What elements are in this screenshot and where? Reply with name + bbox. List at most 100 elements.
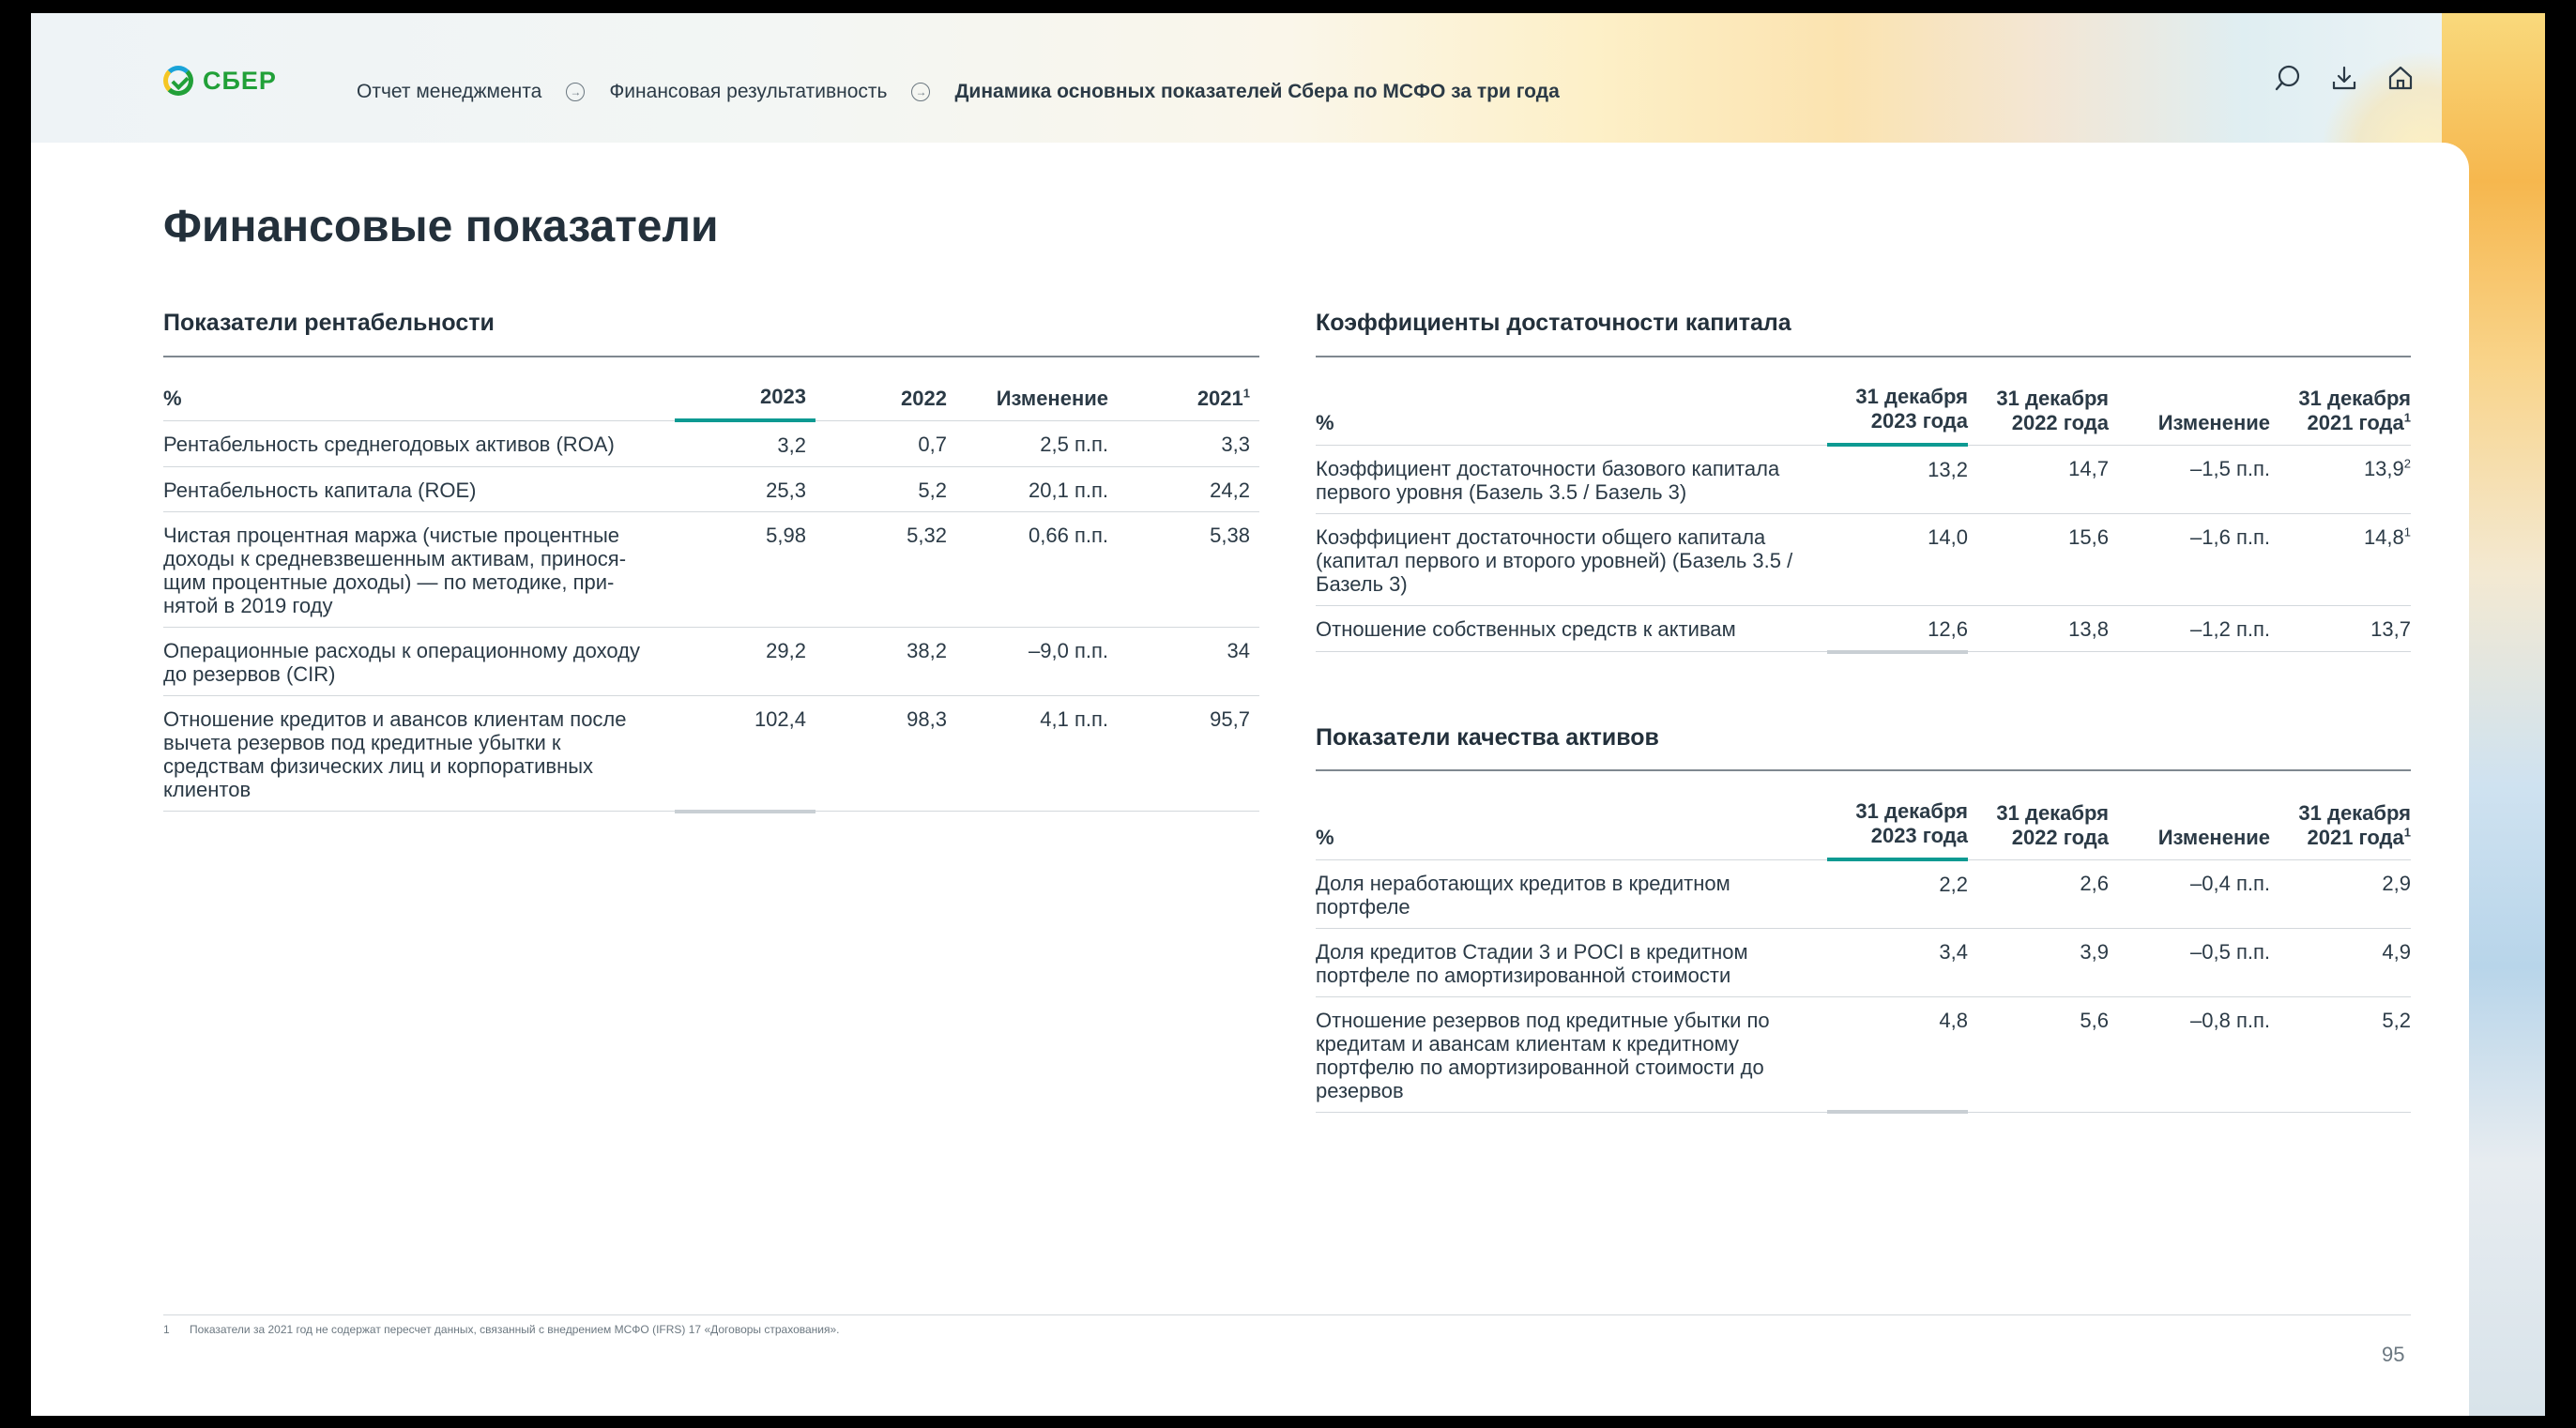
cell-value: –9,0 п.п. — [956, 627, 1118, 696]
table-row: Доля кредитов Стадии 3 и POCI в кредитно… — [1316, 927, 2411, 996]
profitability-rule — [163, 356, 1259, 357]
row-label: Доля кредитов Стадии 3 и POCI в кредитно… — [1316, 927, 1827, 996]
page-title: Финансовые показатели — [163, 202, 719, 251]
cell-value: 0,7 — [815, 419, 956, 467]
cell-value: 5,38 — [1118, 511, 1259, 628]
cell-value: 12,6 — [1827, 604, 1968, 654]
cell-value: 24,2 — [1118, 466, 1259, 512]
cell-value: 5,32 — [815, 511, 956, 628]
cell-value: 2,5 п.п. — [956, 419, 1118, 467]
table-header-row: % 31 декабря 2023 года 31 декабря 2022 г… — [1316, 385, 2411, 447]
breadcrumb-item-financial-performance[interactable]: Финансовая результативность — [609, 81, 887, 103]
footnote-mark: 1 — [2403, 825, 2411, 840]
row-label: Доля неработающих кредитов в кредитном п… — [1316, 858, 1827, 928]
table-row: Отношение собственных средств к активам … — [1316, 604, 2411, 654]
column-header-dec-2023: 31 декабря 2023 года — [1827, 385, 1968, 447]
cell-value: 95,7 — [1118, 695, 1259, 812]
table-row: Рентабельность капитала (ROE) 25,3 5,2 2… — [163, 466, 1259, 512]
cell-value: –1,6 п.п. — [2109, 512, 2270, 605]
footnote-mark: 1 — [1242, 386, 1250, 401]
row-label: Чистая процентная маржа (чистые процентн… — [163, 511, 675, 628]
footnote-text: Показатели за 2021 год не содержат перес… — [190, 1323, 840, 1336]
cell-value-text: 14,8 — [2363, 524, 2404, 549]
table-header-row: % 31 декабря 2023 года 31 декабря 2022 г… — [1316, 799, 2411, 861]
column-header-2023: 2023 — [675, 385, 815, 422]
column-header-2021: 20211 — [1118, 385, 1259, 420]
page-number: 95 — [2382, 1343, 2405, 1366]
cell-value: 2,6 — [1968, 858, 2109, 928]
header-dec-2021-text: 31 декабря 2021 года — [2298, 800, 2411, 849]
footnote-mark: 1 — [2403, 410, 2411, 425]
footnote-mark: 2 — [2403, 456, 2411, 471]
cell-value: 20,1 п.п. — [956, 466, 1118, 512]
column-header-unit: % — [163, 386, 182, 410]
row-label: Отношение резервов под кредитные убытки … — [1316, 995, 1827, 1113]
asset-quality-rule — [1316, 769, 2411, 771]
cell-value: 3,4 — [1827, 927, 1968, 996]
column-header-dec-2021: 31 декабря 2021 года1 — [2270, 799, 2411, 859]
cell-value: 13,8 — [1968, 604, 2109, 652]
row-label: Операционные расходы к операционному дох… — [163, 627, 675, 696]
capital-adequacy-title: Коэффициенты достаточности капитала — [1316, 310, 1791, 336]
cell-value: –0,8 п.п. — [2109, 995, 2270, 1113]
cell-value: 38,2 — [815, 627, 956, 696]
content-sheet: Финансовые показатели Показатели рентабе… — [31, 143, 2469, 1416]
footnote: 1 Показатели за 2021 год не содержат пер… — [163, 1323, 840, 1336]
page-frame: СБЕР Отчет менеджмента → Финансовая резу… — [31, 13, 2545, 1416]
cell-value: 4,9 — [2270, 927, 2411, 996]
cell-value: 2,2 — [1827, 858, 1968, 928]
cell-value: 0,66 п.п. — [956, 511, 1118, 628]
row-label: Отношение собственных средств к активам — [1316, 604, 1827, 652]
column-header-unit: % — [1316, 825, 1334, 849]
breadcrumb-arrow-icon: → — [566, 83, 586, 101]
sber-logo[interactable]: СБЕР — [163, 66, 277, 96]
sber-logo-text: СБЕР — [203, 66, 277, 95]
table-row: Отношение резервов под кредитные убытки … — [1316, 995, 2411, 1114]
cell-value: 5,6 — [1968, 995, 2109, 1113]
asset-quality-table: % 31 декабря 2023 года 31 декабря 2022 г… — [1316, 799, 2411, 1114]
breadcrumb-item-management-report[interactable]: Отчет менеджмента — [357, 81, 541, 103]
cell-value: 14,81 — [2270, 512, 2411, 605]
cell-value: 102,4 — [675, 695, 815, 813]
table-row: Доля неработающих кредитов в кредитном п… — [1316, 858, 2411, 928]
row-label: Отношение кредитов и авансов клиентам по… — [163, 695, 675, 812]
table-row: Рентабельность среднегодовых активов (RO… — [163, 419, 1259, 467]
capital-adequacy-rule — [1316, 356, 2411, 357]
column-header-change: Изменение — [2157, 825, 2270, 849]
search-icon[interactable] — [2272, 62, 2304, 94]
home-icon[interactable] — [2385, 62, 2416, 94]
header-tools — [2272, 62, 2416, 94]
footnote-mark: 1 — [163, 1323, 170, 1336]
cell-value: –0,5 п.п. — [2109, 927, 2270, 996]
column-header-dec-2022: 31 декабря 2022 года — [1996, 800, 2109, 849]
cell-value: 13,7 — [2270, 604, 2411, 652]
cell-value: 13,2 — [1827, 444, 1968, 513]
column-header-dec-2021: 31 декабря 2021 года1 — [2270, 385, 2411, 445]
column-header-dec-2022: 31 декабря 2022 года — [1996, 386, 2109, 434]
cell-value: 3,2 — [675, 419, 815, 467]
cell-value: 98,3 — [815, 695, 956, 812]
capital-adequacy-table: % 31 декабря 2023 года 31 декабря 2022 г… — [1316, 385, 2411, 654]
top-navigation-bar: СБЕР Отчет менеджмента → Финансовая резу… — [31, 13, 2545, 143]
column-header-change: Изменение — [996, 386, 1108, 410]
table-row: Коэффициент достаточности общего капитал… — [1316, 512, 2411, 605]
header-2021-text: 2021 — [1197, 386, 1243, 410]
download-icon[interactable] — [2328, 62, 2360, 94]
breadcrumb: Отчет менеджмента → Финансовая результат… — [357, 81, 1560, 103]
table-row: Операционные расходы к операционному дох… — [163, 627, 1259, 696]
row-label: Коэффициент достаточности общего капитал… — [1316, 512, 1827, 605]
column-header-unit: % — [1316, 410, 1334, 434]
cell-value-text: 13,9 — [2363, 456, 2404, 480]
row-label: Рентабельность капитала (ROE) — [163, 466, 675, 512]
cell-value: 3,9 — [1968, 927, 2109, 996]
column-header-2022: 2022 — [901, 386, 947, 410]
profitability-table: % 2023 2022 Изменение 20211 Рентабельнос… — [163, 385, 1259, 813]
cell-value: 5,98 — [675, 511, 815, 628]
cell-value: 14,7 — [1968, 444, 2109, 513]
row-label: Коэффициент достаточности базового капит… — [1316, 444, 1827, 513]
cell-value: 13,92 — [2270, 444, 2411, 513]
cell-value: 14,0 — [1827, 512, 1968, 605]
asset-quality-title: Показатели качества активов — [1316, 724, 1659, 751]
cell-value: 15,6 — [1968, 512, 2109, 605]
cell-value: 34 — [1118, 627, 1259, 696]
